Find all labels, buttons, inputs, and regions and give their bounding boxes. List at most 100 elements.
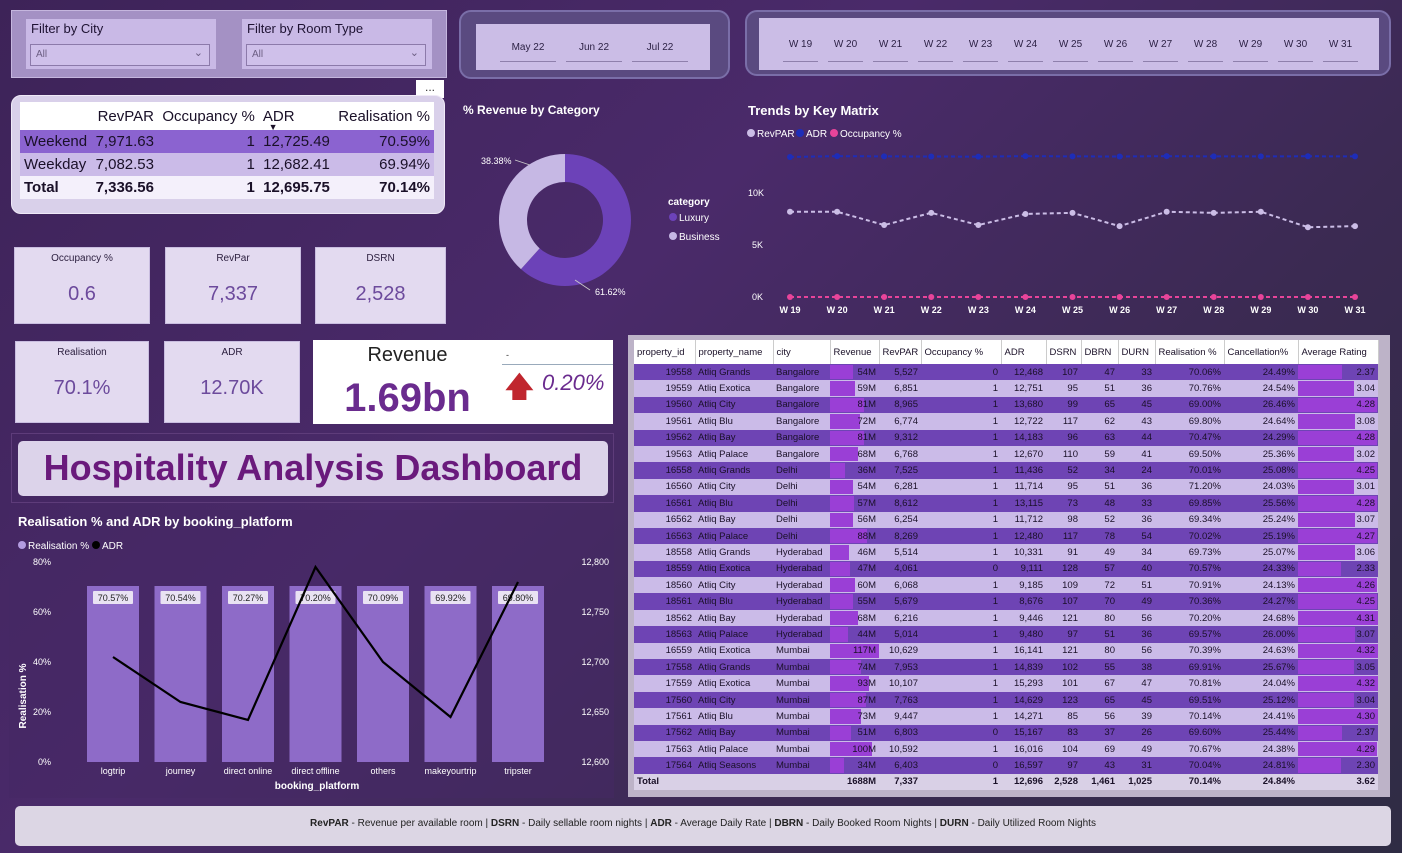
- week-chip[interactable]: W 27: [1139, 18, 1182, 70]
- trend-point[interactable]: [1210, 293, 1217, 300]
- trend-point[interactable]: [975, 222, 982, 229]
- legend-label-revpar[interactable]: RevPAR: [757, 129, 795, 140]
- week-chip[interactable]: W 19: [779, 18, 822, 70]
- trend-point[interactable]: [1163, 208, 1170, 215]
- table-column-header[interactable]: DURN: [1118, 340, 1156, 364]
- table-column-header[interactable]: Average Rating: [1298, 340, 1379, 364]
- week-chip[interactable]: W 30: [1274, 18, 1317, 70]
- table-column-header[interactable]: RevPAR: [879, 340, 922, 364]
- trend-point[interactable]: [1116, 153, 1123, 160]
- table-row[interactable]: 18563 Atliq Palace Hyderabad 44M 5,014 1 9,480…: [634, 626, 1378, 643]
- table-row[interactable]: 16559 Atliq Exotica Mumbai 117M 10,629 1 16,14…: [634, 642, 1378, 660]
- matrix-header[interactable]: Occupancy %: [157, 102, 259, 130]
- table-row[interactable]: 18559 Atliq Exotica Hyderabad 47M 4,061 0 9,11…: [634, 560, 1378, 578]
- week-chip[interactable]: W 24: [1004, 18, 1047, 70]
- table-row[interactable]: 16561 Atliq Blu Delhi 57M 8,612 1 13,115 73 48 33…: [634, 495, 1378, 512]
- table-column-header[interactable]: property_name: [695, 340, 774, 364]
- table-column-header[interactable]: ADR: [1001, 340, 1047, 364]
- week-chip[interactable]: W 28: [1184, 18, 1227, 70]
- table-row[interactable]: 17563 Atliq Palace Mumbai 100M 10,592 1 16,016…: [634, 740, 1378, 758]
- trend-point[interactable]: [1352, 223, 1358, 230]
- table-column-header[interactable]: Revenue: [830, 340, 880, 364]
- table-column-header[interactable]: DBRN: [1081, 340, 1119, 364]
- table-row[interactable]: 17558 Atliq Grands Mumbai 74M 7,953 1 14,839 10…: [634, 659, 1378, 676]
- trend-point[interactable]: [1257, 293, 1264, 300]
- trend-point[interactable]: [1304, 153, 1311, 160]
- trend-point[interactable]: [787, 208, 793, 215]
- table-row[interactable]: 18558 Atliq Grands Hyderabad 46M 5,514 1 10,33…: [634, 544, 1378, 561]
- table-row[interactable]: 17560 Atliq City Mumbai 87M 7,763 1 14,629 123 6…: [634, 691, 1378, 709]
- trend-point[interactable]: [1257, 208, 1264, 215]
- bar-tripster[interactable]: [492, 586, 544, 762]
- matrix-header[interactable]: RevPAR: [91, 102, 158, 130]
- trend-point[interactable]: [928, 293, 935, 300]
- table-row[interactable]: 17564 Atliq Seasons Mumbai 34M 6,403 0 16,597 9…: [634, 757, 1378, 774]
- trend-point[interactable]: [834, 293, 841, 300]
- table-row[interactable]: 19563 Atliq Palace Bangalore 68M 6,768 1 12,67…: [634, 445, 1378, 463]
- trend-point[interactable]: [928, 209, 935, 216]
- trend-point[interactable]: [975, 153, 982, 160]
- trend-point[interactable]: [1304, 293, 1311, 300]
- table-row[interactable]: 19558 Atliq Grands Bangalore 54M 5,527 0 12,46…: [634, 364, 1378, 381]
- trend-point[interactable]: [1163, 153, 1170, 160]
- table-column-header[interactable]: Occupancy %: [921, 340, 1002, 364]
- table-row[interactable]: 19561 Atliq Blu Bangalore 72M 6,774 1 12,722 11…: [634, 413, 1378, 430]
- city-filter[interactable]: Filter by City All ⌄: [26, 19, 216, 69]
- trend-point[interactable]: [881, 222, 888, 229]
- matrix-header-sorted[interactable]: ADR ▼: [258, 102, 334, 132]
- table-column-header[interactable]: Realisation %: [1155, 340, 1225, 364]
- table-row[interactable]: 18561 Atliq Blu Hyderabad 55M 5,679 1 8,676 107…: [634, 593, 1378, 610]
- trend-point[interactable]: [834, 208, 841, 215]
- table-row[interactable]: 17561 Atliq Blu Mumbai 73M 9,447 1 14,271 85 56 3…: [634, 708, 1378, 725]
- month-chip[interactable]: Jul 22: [628, 24, 692, 70]
- trend-point[interactable]: [1257, 153, 1264, 160]
- legend-label-occupancy[interactable]: Occupancy %: [840, 129, 902, 140]
- week-chip[interactable]: W 21: [869, 18, 912, 70]
- trend-point[interactable]: [1022, 293, 1029, 300]
- table-row[interactable]: 16562 Atliq Bay Delhi 56M 6,254 1 11,712 98 52 36…: [634, 511, 1378, 528]
- bar-makeyourtrip[interactable]: [424, 586, 477, 762]
- trend-point[interactable]: [1352, 153, 1358, 160]
- city-filter-dropdown[interactable]: All ⌄: [30, 44, 210, 66]
- table-row[interactable]: 16560 Atliq City Delhi 54M 6,281 1 11,714 95 51 3…: [634, 478, 1378, 496]
- trend-point[interactable]: [1304, 224, 1311, 231]
- trend-point[interactable]: [1116, 293, 1123, 300]
- table-row[interactable]: 18562 Atliq Bay Hyderabad 68M 6,216 1 9,446 121…: [634, 609, 1378, 627]
- table-row[interactable]: 19560 Atliq City Bangalore 81M 8,965 1 13,680 9…: [634, 396, 1378, 414]
- trend-point[interactable]: [1210, 153, 1217, 160]
- trend-point[interactable]: [1069, 209, 1076, 216]
- trend-point[interactable]: [1116, 223, 1123, 230]
- trend-point[interactable]: [787, 153, 793, 160]
- trend-point[interactable]: [975, 293, 982, 300]
- table-row[interactable]: 18560 Atliq City Hyderabad 60M 6,068 1 9,185 10…: [634, 577, 1378, 594]
- legend-label-luxury[interactable]: Luxury: [679, 213, 709, 224]
- table-column-header[interactable]: DSRN: [1046, 340, 1082, 364]
- month-chip[interactable]: May 22: [496, 24, 560, 70]
- bar-direct-online[interactable]: [222, 586, 274, 762]
- table-column-header[interactable]: property_id: [634, 340, 696, 364]
- legend-label-realisation[interactable]: Realisation %: [28, 541, 89, 552]
- bar-journey[interactable]: [154, 586, 207, 762]
- trend-point[interactable]: [1210, 209, 1217, 216]
- trend-point[interactable]: [881, 293, 888, 300]
- week-chip[interactable]: W 25: [1049, 18, 1092, 70]
- trend-point[interactable]: [1163, 293, 1170, 300]
- trend-point[interactable]: [1022, 210, 1029, 217]
- table-column-header[interactable]: city: [773, 340, 831, 364]
- month-chip[interactable]: Jun 22: [562, 24, 626, 70]
- bar-logtrip[interactable]: [87, 586, 139, 762]
- table-row[interactable]: 19562 Atliq Bay Bangalore 81M 9,312 1 14,183 96…: [634, 429, 1378, 446]
- trend-point[interactable]: [1069, 293, 1076, 300]
- bar-others[interactable]: [357, 586, 409, 762]
- table-column-header[interactable]: Cancellation%: [1224, 340, 1299, 364]
- trend-point[interactable]: [834, 153, 841, 160]
- legend-label-adr[interactable]: ADR: [102, 541, 123, 552]
- table-row[interactable]: 17559 Atliq Exotica Mumbai 93M 10,107 1 15,293…: [634, 675, 1378, 692]
- trend-point[interactable]: [928, 153, 935, 160]
- week-chip[interactable]: W 29: [1229, 18, 1272, 70]
- table-row[interactable]: 16558 Atliq Grands Delhi 36M 7,525 1 11,436 52 3…: [634, 462, 1378, 479]
- week-chip[interactable]: W 22: [914, 18, 957, 70]
- room-type-filter[interactable]: Filter by Room Type All ⌄: [242, 19, 432, 69]
- legend-label-business[interactable]: Business: [679, 232, 720, 243]
- matrix-header[interactable]: Realisation %: [333, 102, 434, 130]
